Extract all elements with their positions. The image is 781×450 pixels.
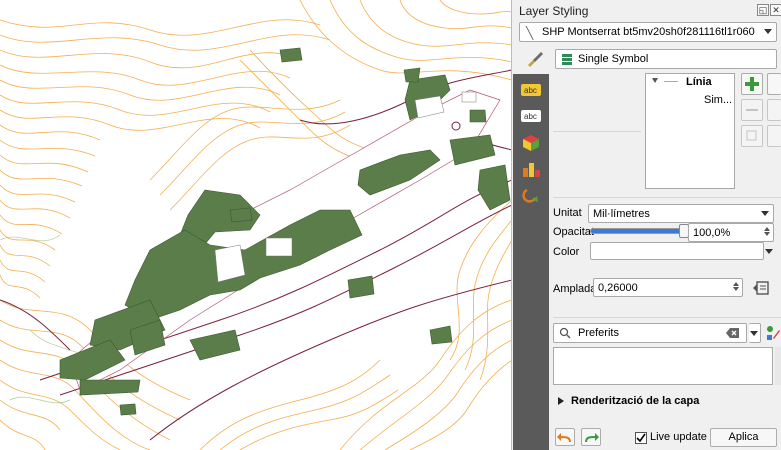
move-down-button[interactable] xyxy=(767,99,781,121)
style-sidebar: abc abc xyxy=(513,74,549,450)
svg-text:abc: abc xyxy=(524,112,537,121)
plus-icon xyxy=(745,77,759,91)
spinner-arrows[interactable] xyxy=(762,226,771,239)
chevron-down-icon xyxy=(750,331,758,336)
diagrams-icon[interactable] xyxy=(521,160,541,178)
undo-button[interactable] xyxy=(555,428,575,446)
spinner-arrows[interactable] xyxy=(731,281,740,294)
expand-arrow-icon[interactable] xyxy=(558,397,564,405)
svg-text:abc: abc xyxy=(524,86,537,95)
opacity-value: 100,0% xyxy=(693,227,731,239)
opacity-slider[interactable] xyxy=(590,224,689,238)
symbol-list[interactable] xyxy=(553,347,773,385)
clear-search-icon[interactable] xyxy=(726,327,740,342)
layer-styling-panel: Layer Styling ◱ ✕ ╲ SHP Montserrat bt5mv… xyxy=(513,0,781,450)
opacity-spinbox[interactable]: 100,0% xyxy=(688,223,774,242)
symbol-tree[interactable]: Línia Sim... xyxy=(645,73,735,189)
masks-icon[interactable]: abc xyxy=(521,108,541,126)
map-canvas[interactable] xyxy=(0,0,512,450)
map-render xyxy=(0,0,511,450)
color-label: Color xyxy=(553,246,580,258)
symbol-child-label[interactable]: Sim... xyxy=(704,94,732,106)
layer-name: SHP Montserrat bt5mv20sh0f281116tl1r060 xyxy=(542,26,755,38)
chevron-down-icon xyxy=(764,29,772,34)
redo-icon xyxy=(585,433,599,443)
redo-button[interactable] xyxy=(581,428,601,446)
symbol-root-label[interactable]: Línia xyxy=(686,76,712,88)
paintbrush-icon[interactable] xyxy=(525,50,545,68)
unit-select[interactable]: Mil·límetres xyxy=(588,204,774,223)
renderer-name: Single Symbol xyxy=(578,53,649,65)
panel-title: Layer Styling xyxy=(519,4,589,18)
close-panel-button[interactable]: ✕ xyxy=(770,4,781,16)
favorites-dropdown[interactable] xyxy=(749,323,761,343)
layer-rendering-section[interactable]: Renderització de la capa xyxy=(571,395,699,407)
minus-icon xyxy=(746,109,758,111)
search-icon xyxy=(559,327,571,342)
undo-icon xyxy=(557,433,571,443)
symbol-list-scrollbar[interactable] xyxy=(775,347,781,385)
labels-icon[interactable]: abc xyxy=(521,82,541,100)
single-symbol-icon xyxy=(562,54,572,65)
checkmark-icon xyxy=(636,433,646,443)
width-value: 0,26000 xyxy=(598,282,638,294)
opacity-slider-fill xyxy=(591,229,685,233)
3d-view-icon[interactable] xyxy=(521,134,541,152)
lock-layer-button[interactable] xyxy=(767,125,781,147)
renderer-selector[interactable]: Single Symbol xyxy=(555,49,777,69)
live-update-label[interactable]: Live update xyxy=(650,431,707,443)
width-spinbox[interactable]: 0,26000 xyxy=(593,278,743,297)
live-update-checkbox[interactable] xyxy=(635,432,647,444)
width-label: Amplada xyxy=(553,283,597,295)
move-up-button[interactable] xyxy=(767,73,781,95)
color-button[interactable] xyxy=(590,242,764,260)
apply-button[interactable]: Aplica xyxy=(710,428,777,447)
divider xyxy=(553,131,641,132)
favorites-search[interactable]: Preferits xyxy=(553,323,747,343)
chevron-down-icon xyxy=(761,211,769,216)
chevron-down-icon xyxy=(765,249,773,254)
float-panel-button[interactable]: ◱ xyxy=(757,4,769,16)
unit-label: Unitat xyxy=(553,207,582,219)
layer-selector[interactable]: ╲ SHP Montserrat bt5mv20sh0f281116tl1r06… xyxy=(519,22,777,42)
data-defined-override-icon[interactable] xyxy=(751,279,771,297)
divider xyxy=(553,317,781,318)
line-symbol-icon xyxy=(664,81,678,82)
line-layer-icon: ╲ xyxy=(526,26,534,40)
collapse-arrow-icon[interactable] xyxy=(652,78,658,83)
remove-layer-button[interactable] xyxy=(741,99,763,121)
favorites-placeholder: Preferits xyxy=(578,327,619,339)
add-layer-button[interactable] xyxy=(741,73,763,95)
duplicate-layer-button[interactable] xyxy=(741,125,763,147)
opacity-label: Opacitat xyxy=(553,226,594,238)
color-dropdown-button[interactable] xyxy=(764,242,774,260)
duplicate-icon xyxy=(746,130,757,141)
history-icon[interactable] xyxy=(521,186,541,204)
style-manager-icon[interactable] xyxy=(765,324,781,342)
divider xyxy=(553,197,781,198)
unit-value: Mil·límetres xyxy=(593,208,650,220)
